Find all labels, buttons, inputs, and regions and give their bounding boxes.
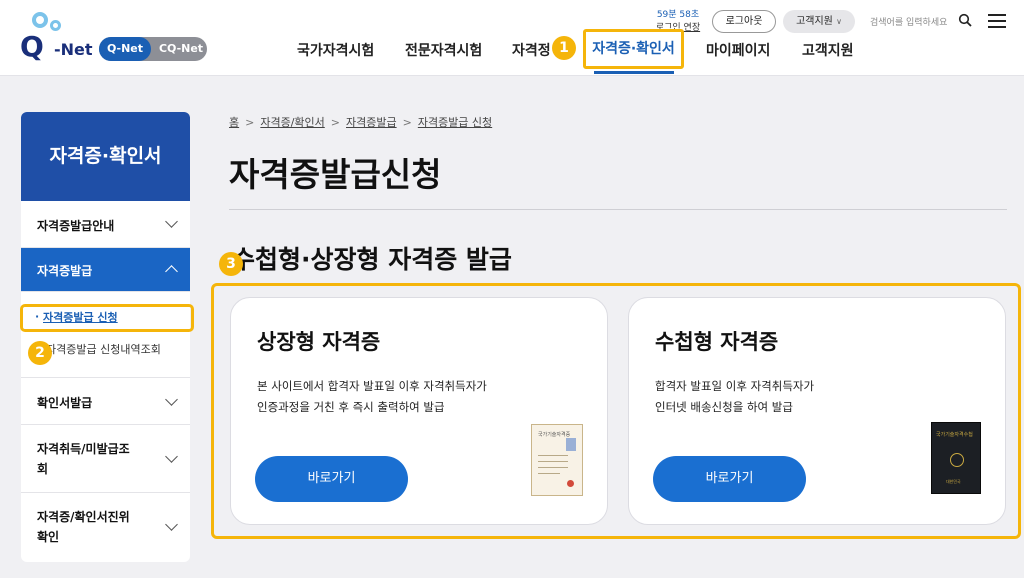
card-title: 수첩형 자격증 xyxy=(655,330,779,354)
sidebar-subitem-apply[interactable]: · 자격증발급 신청 xyxy=(20,304,194,332)
card-booklet-certificate: 수첩형 자격증 합격자 발표일 이후 자격취득자가 인터넷 배송신청을 하여 발… xyxy=(628,297,1006,525)
breadcrumb-apply[interactable]: 자격증발급 신청 xyxy=(418,116,492,129)
breadcrumb-separator-icon: > xyxy=(402,116,412,129)
sidebar-subitem-history[interactable]: 자격증발급 신청내역조회 xyxy=(46,341,161,357)
breadcrumb-issue[interactable]: 자격증발급 xyxy=(346,116,397,129)
card-desc-line2: 인터넷 배송신청을 하여 발급 xyxy=(655,400,793,414)
switch-cqnet[interactable]: CQ-Net xyxy=(155,37,207,61)
chevron-down-icon xyxy=(165,215,178,228)
certificate-image-title: 국가기술자격증 xyxy=(538,432,571,438)
logo-q: Q xyxy=(20,30,44,63)
award-certificate-image: 국가기술자격증 xyxy=(531,424,583,496)
logout-button[interactable]: 로그아웃 xyxy=(712,10,776,33)
sidebar-item-issue[interactable]: 자격증발급 xyxy=(21,248,190,292)
breadcrumb-home[interactable]: 홈 xyxy=(229,116,239,129)
seal-icon xyxy=(567,480,574,487)
breadcrumb-certificate[interactable]: 자격증/확인서 xyxy=(260,116,324,129)
breadcrumb: 홈 > 자격증/확인서 > 자격증발급 > 자격증발급 신청 xyxy=(229,114,492,130)
card-desc-line1: 합격자 발표일 이후 자격취득자가 xyxy=(655,379,815,393)
photo-icon xyxy=(566,438,576,451)
go-booklet-certificate-button[interactable]: 바로가기 xyxy=(653,456,806,502)
support-label: 고객지원 xyxy=(796,16,833,27)
subitem-label: 자격증발급 신청 xyxy=(43,311,118,324)
hamburger-menu-icon[interactable] xyxy=(988,14,1006,28)
card-award-certificate: 상장형 자격증 본 사이트에서 합격자 발표일 이후 자격취득자가 인증과정을 … xyxy=(230,297,608,525)
sidebar-item-confirm[interactable]: 확인서발급 xyxy=(21,377,190,425)
step-marker-2: 2 xyxy=(28,341,52,365)
section-title: 수첩형·상장형 자격증 발급 xyxy=(232,245,512,274)
timer-remaining: 59분 58초 xyxy=(656,10,700,20)
nav-active-underline xyxy=(594,71,674,74)
sidebar: 자격증·확인서 자격증발급안내 자격증발급 확인서발급 자격취득/미발급조 회 … xyxy=(21,112,190,562)
nav-national-exam[interactable]: 국가자격시험 xyxy=(297,40,374,60)
chevron-up-icon xyxy=(165,265,178,278)
sidebar-item-label: 자격증/확인서진위 확인 xyxy=(37,507,130,547)
step-marker-1: 1 xyxy=(552,36,576,60)
card-description: 합격자 발표일 이후 자격취득자가 인터넷 배송신청을 하여 발급 xyxy=(655,376,814,418)
sidebar-item-guide[interactable]: 자격증발급안내 xyxy=(21,201,190,248)
step-marker-3: 3 xyxy=(219,252,243,276)
qnet-logo[interactable]: Q -Net xyxy=(20,12,98,64)
sidebar-label-line1: 자격증/확인서진위 xyxy=(37,510,130,524)
logo-net: -Net xyxy=(54,40,93,59)
card-title: 상장형 자격증 xyxy=(257,330,381,354)
title-divider xyxy=(229,209,1007,210)
breadcrumb-separator-icon: > xyxy=(330,116,340,129)
booklet-image-title: 국가기술자격수첩 xyxy=(936,432,973,438)
switch-qnet[interactable]: Q-Net xyxy=(99,37,151,61)
chevron-down-icon: ∨ xyxy=(836,17,842,26)
search-icon[interactable] xyxy=(958,13,972,27)
bullet-icon: · xyxy=(35,310,40,323)
booklet-image-sub: 대한민국 xyxy=(946,479,961,484)
sidebar-item-verify[interactable]: 자격증/확인서진위 확인 xyxy=(21,493,190,562)
sidebar-item-status[interactable]: 자격취득/미발급조 회 xyxy=(21,425,190,493)
site-switch: Q-Net CQ-Net xyxy=(99,37,207,61)
sidebar-label-line1: 자격취득/미발급조 xyxy=(37,442,130,456)
sidebar-title: 자격증·확인서 xyxy=(21,112,190,201)
card-desc-line1: 본 사이트에서 합격자 발표일 이후 자격취득자가 xyxy=(257,379,487,393)
nav-customer-support[interactable]: 고객지원 xyxy=(802,40,854,60)
nav-professional-exam[interactable]: 전문자격시험 xyxy=(405,40,482,60)
sidebar-item-label: 확인서발급 xyxy=(37,396,93,410)
chevron-down-icon xyxy=(165,450,178,463)
card-desc-line2: 인증과정을 거친 후 즉시 출력하여 발급 xyxy=(257,400,445,414)
page-title: 자격증발급신청 xyxy=(229,155,442,194)
logo-ring-icon xyxy=(32,12,48,28)
nav-mypage[interactable]: 마이페이지 xyxy=(706,40,770,60)
sidebar-item-label: 자격증발급 xyxy=(37,264,93,278)
sidebar-item-label: 자격취득/미발급조 회 xyxy=(37,439,130,479)
breadcrumb-separator-icon: > xyxy=(245,116,255,129)
sidebar-item-label: 자격증발급안내 xyxy=(37,219,115,233)
nav-qualification-info[interactable]: 자격정 xyxy=(512,40,551,60)
chevron-down-icon xyxy=(165,518,178,531)
booklet-certificate-image: 국가기술자격수첩 대한민국 xyxy=(931,422,981,494)
sidebar-label-line2: 회 xyxy=(37,462,49,476)
sidebar-label-line2: 확인 xyxy=(37,530,60,544)
header: Q -Net Q-Net CQ-Net 59분 58초 로그인 연장 로그아웃 … xyxy=(0,0,1024,76)
chevron-down-icon xyxy=(165,393,178,406)
logo-ring-small-icon xyxy=(50,20,61,31)
nav-certificate[interactable]: 자격증·확인서 xyxy=(583,29,684,69)
emblem-icon xyxy=(950,453,964,467)
search-input[interactable]: 검색어를 입력하세요 xyxy=(870,15,947,28)
support-dropdown[interactable]: 고객지원 ∨ xyxy=(783,10,855,33)
go-award-certificate-button[interactable]: 바로가기 xyxy=(255,456,408,502)
card-description: 본 사이트에서 합격자 발표일 이후 자격취득자가 인증과정을 거친 후 즉시 … xyxy=(257,376,487,418)
